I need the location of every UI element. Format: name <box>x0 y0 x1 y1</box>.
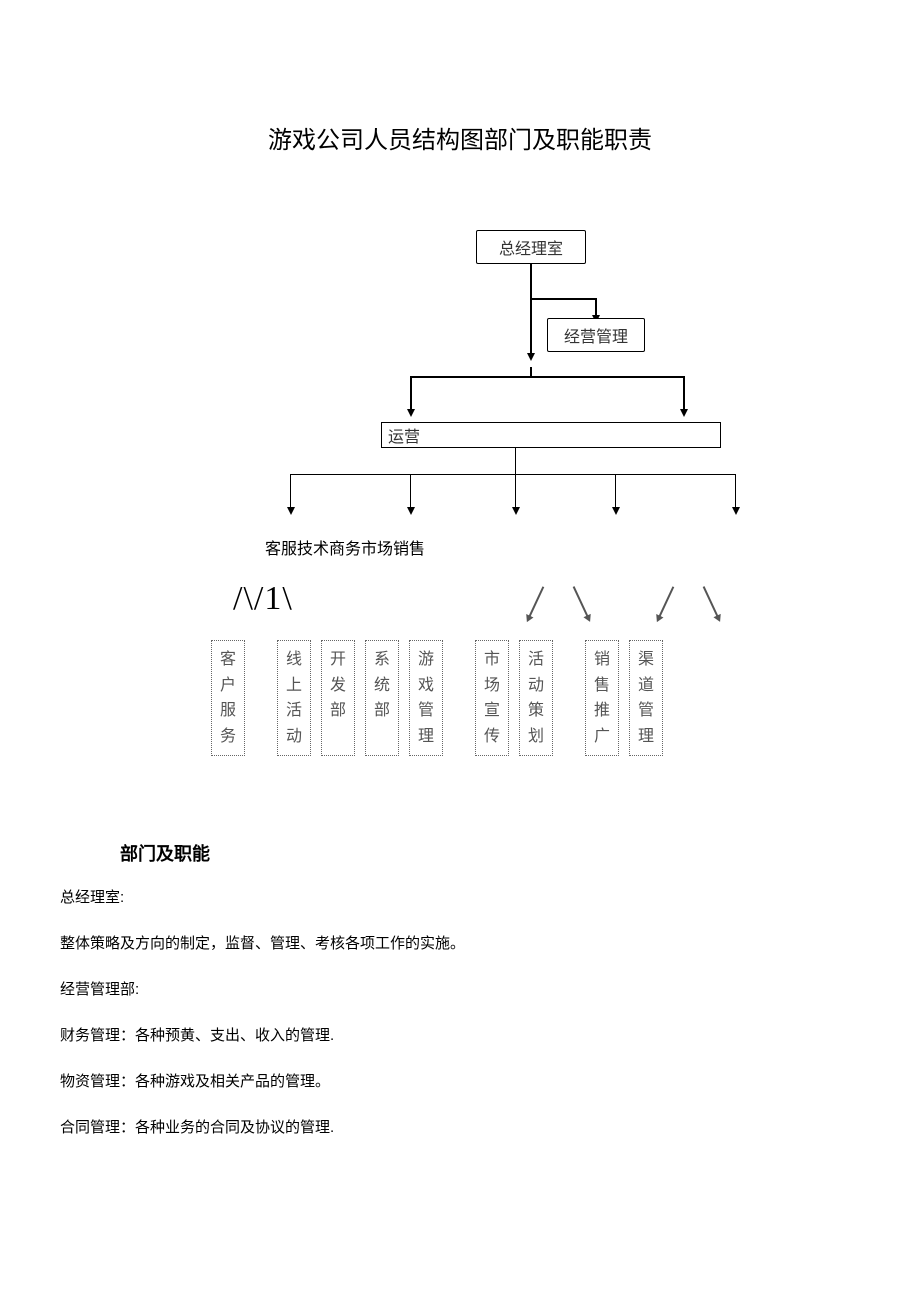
arrow-down-icon <box>512 507 520 515</box>
leaf-boxes-row: 客户服务 线上活动 开发部 系统部 游戏管理 市场宣传 活动策划 销售推广 渠道… <box>211 640 663 756</box>
connector-line <box>290 474 735 475</box>
connector-line <box>515 448 516 474</box>
box-operations: 运营 <box>381 422 721 448</box>
connector-line <box>530 264 532 320</box>
paragraph: 整体策略及方向的制定，监督、管理、考核各项工作的实施。 <box>60 932 860 956</box>
leaf-box: 开发部 <box>321 640 355 756</box>
leaf-box: 线上活动 <box>277 640 311 756</box>
paragraph: 合同管理：各种业务的合同及协议的管理. <box>60 1116 860 1140</box>
connector-line <box>410 376 412 412</box>
leaf-box: 销售推广 <box>585 640 619 756</box>
paragraph: 总经理室: <box>60 886 860 910</box>
section-heading: 部门及职能 <box>120 840 860 866</box>
arrow-down-icon <box>612 507 620 515</box>
leaf-box: 渠道管理 <box>629 640 663 756</box>
connector-line <box>683 376 685 412</box>
arrow-down-icon <box>732 507 740 515</box>
page-title: 游戏公司人员结构图部门及职能职责 <box>60 120 860 155</box>
diagonal-arrow-icon <box>528 586 544 618</box>
connector-line <box>615 474 616 510</box>
box-ceo-office: 总经理室 <box>476 230 586 264</box>
diagonal-arrow-icon <box>703 586 719 618</box>
diagonal-arrow-icon <box>658 586 674 618</box>
arrow-down-icon <box>287 507 295 515</box>
connector-line <box>410 376 685 378</box>
connector-line <box>515 474 516 510</box>
slash-arrows-text: /\/1\ <box>233 580 293 618</box>
content-body: 总经理室: 整体策略及方向的制定，监督、管理、考核各项工作的实施。 经营管理部:… <box>60 886 860 1140</box>
connector-line <box>530 298 596 300</box>
leaf-box: 客户服务 <box>211 640 245 756</box>
org-chart: 总经理室 经营管理 运营 客服技术商务市场销售 /\/1\ 客户服务 线上活动 … <box>215 230 775 800</box>
leaf-box: 系统部 <box>365 640 399 756</box>
leaf-box: 活动策划 <box>519 640 553 756</box>
arrow-down-icon <box>527 353 535 361</box>
paragraph: 财务管理：各种预黄、支出、收入的管理. <box>60 1024 860 1048</box>
leaf-box: 市场宣传 <box>475 640 509 756</box>
leaf-box: 游戏管理 <box>409 640 443 756</box>
paragraph: 物资管理：各种游戏及相关产品的管理。 <box>60 1070 860 1094</box>
mid-level-labels: 客服技术商务市场销售 <box>265 535 425 559</box>
paragraph: 经营管理部: <box>60 978 860 1002</box>
arrow-down-icon <box>407 507 415 515</box>
connector-line <box>290 474 291 510</box>
connector-line <box>735 474 736 510</box>
arrow-down-icon <box>680 409 688 417</box>
connector-line <box>530 320 532 356</box>
diagonal-arrow-icon <box>573 586 589 618</box>
box-management: 经营管理 <box>547 318 645 352</box>
connector-line <box>410 474 411 510</box>
arrow-down-icon <box>407 409 415 417</box>
